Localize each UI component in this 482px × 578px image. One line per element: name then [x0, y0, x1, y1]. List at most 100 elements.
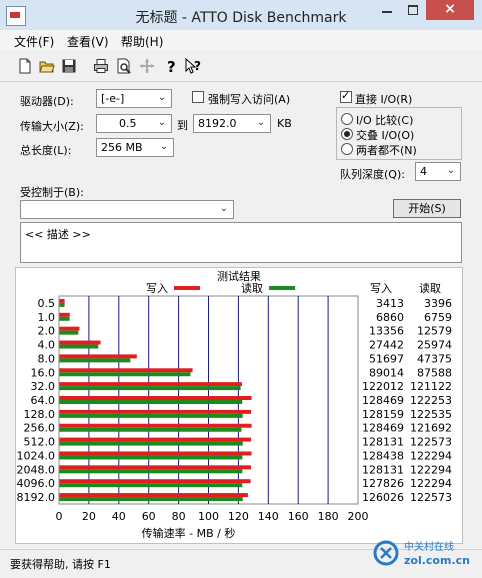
transfer-to-value: 8192.0	[198, 117, 237, 130]
x-tick-label: 20	[82, 510, 96, 523]
y-tick-label: 64.0	[31, 394, 56, 407]
bar-read	[59, 497, 243, 502]
bar-read	[59, 344, 99, 349]
overlapped-io-label: 交叠 I/O(O)	[356, 129, 415, 142]
x-tick-label: 0	[56, 510, 63, 523]
value-read: 122294	[410, 463, 452, 476]
io-mode-group: I/O 比较(C) 交叠 I/O(O) 两者都不(N)	[336, 107, 462, 160]
transfer-from-value: 0.5	[119, 117, 137, 130]
chevron-down-icon: ⌄	[159, 141, 169, 152]
svg-text:?: ?	[167, 58, 176, 74]
new-doc-icon[interactable]	[17, 58, 33, 74]
value-read: 6759	[424, 311, 452, 324]
drive-value: [-e-]	[101, 92, 125, 105]
neither-label: 两者都不(N)	[356, 144, 417, 157]
print-preview-icon[interactable]	[116, 58, 132, 74]
move-icon[interactable]	[139, 58, 155, 74]
bar-read	[59, 483, 243, 488]
value-write: 128131	[362, 463, 404, 476]
value-read: 47375	[417, 352, 452, 365]
x-tick-label: 100	[198, 510, 219, 523]
context-help-icon[interactable]: ?	[185, 58, 201, 74]
transfer-to-select[interactable]: 8192.0 ⌄	[193, 114, 271, 133]
menu-help[interactable]: 帮助(H)	[121, 33, 163, 50]
zol-logo: 中关村在线zol.com.cn	[373, 540, 470, 567]
value-write: 128131	[362, 436, 404, 449]
description-text: << 描述 >>	[25, 228, 91, 241]
total-length-select[interactable]: 256 MB ⌄	[96, 138, 174, 157]
save-icon[interactable]	[61, 58, 77, 74]
radio-neither[interactable]	[341, 143, 353, 155]
bar-write	[59, 451, 252, 456]
value-read: 12579	[417, 325, 452, 338]
io-compare-label: I/O 比较(C)	[356, 114, 414, 127]
transfer-from-select[interactable]: 0.5 ⌄	[96, 114, 172, 133]
start-button[interactable]: 开始(S)	[393, 199, 461, 218]
results-chart: 测试结果写入 读取 写入 读取0 20 40 60 80 100 120 140 160 180 200传…	[17, 270, 453, 540]
minimize-button[interactable]	[374, 0, 400, 20]
direct-io-checkbox[interactable]	[340, 89, 352, 103]
bar-read	[59, 386, 241, 391]
controlled-by-label: 受控制于(B):	[20, 186, 84, 199]
bar-write	[59, 382, 242, 387]
force-write-label: 强制写入访问(A)	[208, 93, 291, 106]
toolbar: ? ?	[0, 51, 482, 82]
print-icon[interactable]	[93, 58, 109, 74]
value-write: 127826	[362, 477, 404, 490]
chevron-down-icon: ⌄	[157, 117, 167, 128]
value-read: 122535	[410, 408, 452, 421]
bar-write	[59, 493, 248, 498]
x-tick-label: 180	[318, 510, 339, 523]
drive-label: 驱动器(D):	[20, 95, 74, 108]
status-text: 要获得帮助, 请按 F1	[10, 558, 111, 571]
x-tick-label: 120	[228, 510, 249, 523]
drive-select[interactable]: [-e-] ⌄	[96, 89, 172, 108]
value-read: 122294	[410, 449, 452, 462]
watermark-en: zol.com.cn	[404, 554, 470, 567]
bar-read	[59, 469, 243, 474]
y-tick-label: 4.0	[38, 339, 56, 352]
value-read: 121692	[410, 422, 452, 435]
y-tick-label: 16.0	[31, 366, 56, 379]
queue-depth-select[interactable]: 4 ⌄	[415, 162, 461, 181]
bar-write	[59, 437, 252, 442]
description-box[interactable]: << 描述 >>	[20, 222, 462, 263]
close-button[interactable]: ×	[426, 0, 474, 20]
legend-read-label: 读取	[241, 281, 263, 295]
value-write: 13356	[369, 325, 404, 338]
force-write-checkbox[interactable]	[192, 91, 204, 103]
open-folder-icon[interactable]	[39, 58, 55, 74]
bar-write	[59, 479, 251, 484]
svg-text:?: ?	[194, 59, 201, 73]
y-tick-label: 4096.0	[17, 477, 56, 490]
bar-write	[59, 465, 252, 470]
transfer-size-label: 传输大小(Z):	[20, 120, 84, 133]
total-length-label: 总长度(L):	[20, 144, 72, 157]
menu-view[interactable]: 查看(V)	[67, 33, 109, 50]
watermark: 中关村在线 zol.com.cn	[372, 536, 472, 573]
controlled-by-select[interactable]: ⌄	[20, 200, 234, 219]
radio-overlapped-io[interactable]	[341, 128, 353, 140]
bar-write	[59, 340, 101, 345]
y-tick-label: 8192.0	[17, 491, 56, 504]
y-tick-label: 32.0	[31, 380, 56, 393]
help-icon[interactable]: ?	[163, 58, 179, 74]
x-tick-label: 160	[288, 510, 309, 523]
bar-read	[59, 372, 191, 377]
radio-io-compare[interactable]	[341, 113, 353, 125]
chevron-down-icon: ⌄	[256, 117, 266, 128]
y-tick-label: 2048.0	[17, 463, 56, 476]
menu-file[interactable]: 文件(F)	[14, 33, 54, 50]
value-write: 3413	[376, 297, 404, 310]
maximize-button[interactable]	[400, 0, 426, 20]
value-read: 122573	[410, 436, 452, 449]
chevron-down-icon: ⌄	[219, 203, 229, 214]
value-read: 122253	[410, 394, 452, 407]
x-tick-label: 40	[112, 510, 126, 523]
direct-io-label: 直接 I/O(R)	[355, 93, 413, 106]
bar-read	[59, 413, 243, 418]
bar-write	[59, 326, 80, 331]
bar-write	[59, 396, 252, 400]
y-tick-label: 0.5	[38, 297, 56, 310]
x-tick-label: 200	[348, 510, 369, 523]
